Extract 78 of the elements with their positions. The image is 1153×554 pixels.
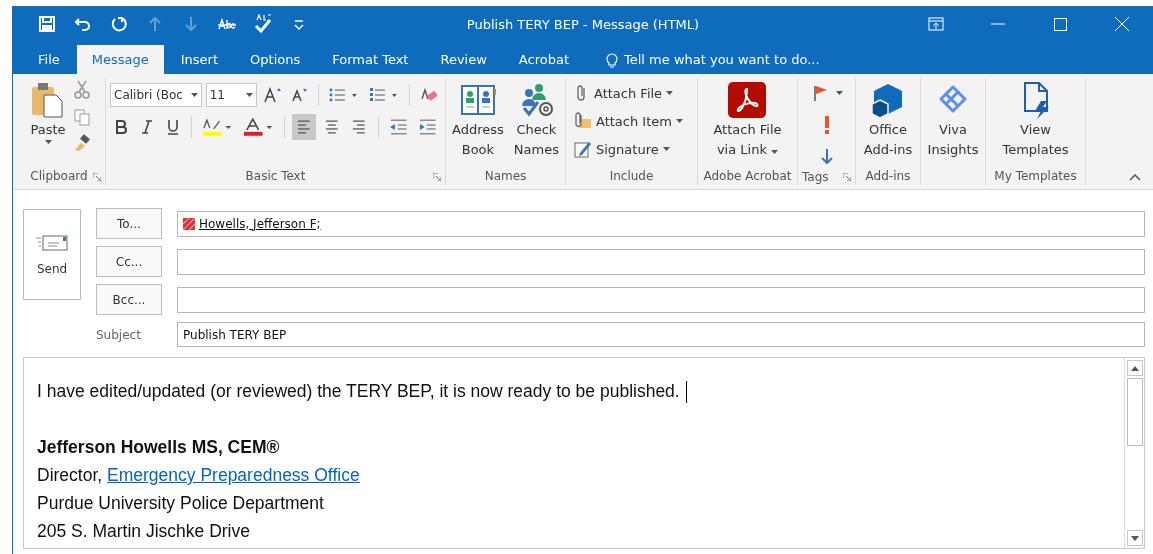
signature-icon	[574, 140, 592, 158]
body-text: I have edited/updated (or reviewed) the TERY BEP, it is now ready to be published.	[37, 381, 680, 401]
paste-button[interactable]: Paste	[27, 78, 69, 169]
group-label: Include	[609, 169, 654, 185]
dropdown-arrow-icon	[662, 147, 670, 151]
send-button[interactable]: Send	[23, 209, 81, 300]
dropdown-arrow-icon	[771, 150, 779, 154]
address-button[interactable]: To...	[96, 208, 162, 239]
body-text: Purdue University Police Department	[37, 492, 325, 515]
ribbon-button[interactable]: View Templates	[999, 78, 1072, 169]
address-button[interactable]: Cc...	[96, 246, 162, 277]
ribbon-button[interactable]: Attach Item	[574, 108, 683, 134]
recipient-field[interactable]	[177, 286, 1145, 313]
signature-name: Jefferson Howells MS, CEM®	[37, 436, 281, 459]
dialog-launcher-icon[interactable]	[93, 173, 101, 181]
ribbon-button[interactable]: Office Add-ins	[860, 78, 916, 169]
clipboard-icon	[30, 81, 66, 119]
group-label: Names	[484, 169, 527, 185]
recipient-field[interactable]: Howells, Jefferson F;	[177, 210, 1145, 237]
lightbulb-icon	[606, 50, 618, 69]
ribbon-tab[interactable]: Review	[425, 45, 502, 74]
collapse-ribbon-icon[interactable]	[1129, 173, 1141, 181]
align-button[interactable]	[292, 114, 316, 140]
link[interactable]: Emergency Preparedness Office	[107, 465, 360, 485]
dropdown-arrow-icon	[836, 91, 843, 95]
ribbon-tab[interactable]: Message	[76, 45, 164, 74]
dropdown-arrow-icon	[44, 140, 52, 144]
format-painter-icon[interactable]	[73, 134, 91, 152]
ribbon-tab[interactable]: Options	[235, 45, 316, 74]
cut-icon[interactable]	[73, 80, 91, 100]
ribbon-tab[interactable]: File	[23, 45, 75, 74]
group-label: Basic Text	[245, 169, 306, 185]
copy-icon[interactable]	[73, 108, 91, 126]
dropdown-arrow-icon	[190, 93, 198, 97]
scrollbar-thumb[interactable]	[1126, 378, 1143, 446]
address-book-icon	[459, 83, 496, 117]
ribbon-button[interactable]: Attach File	[574, 80, 683, 106]
subject-label: Subject	[96, 327, 142, 342]
envelope-icon	[35, 233, 69, 252]
save-icon	[37, 14, 57, 34]
group-label: Tags	[802, 170, 829, 185]
tell-me-search[interactable]: Tell me what you want to do...	[606, 45, 820, 74]
refresh-icon	[109, 14, 129, 34]
ribbon-button[interactable]: Address Book	[449, 78, 507, 169]
group-label: Adobe Acrobat	[703, 169, 792, 185]
group-label: Clipboard	[30, 169, 88, 185]
subject-field[interactable]: Publish TERY BEP	[177, 322, 1145, 347]
font-name-field[interactable]: Calibri (Boc	[110, 83, 202, 107]
ribbon-tab[interactable]: Format Text	[317, 45, 424, 74]
dropdown-arrow-icon	[246, 93, 254, 97]
scroll-up-icon[interactable]	[1126, 360, 1143, 376]
ribbon-tab[interactable]: Acrobat	[503, 45, 584, 74]
window-title: Publish TERY BEP - Message (HTML)	[466, 16, 700, 32]
text-cursor	[685, 381, 687, 404]
ribbon-button[interactable]: Viva Insights	[924, 78, 982, 169]
recipient-field[interactable]	[177, 248, 1145, 275]
address-button[interactable]: Bcc...	[96, 284, 162, 315]
ribbon-button[interactable]: Signature	[574, 136, 683, 162]
attach-item-icon	[574, 112, 592, 130]
dropdown-arrow-icon	[675, 119, 683, 123]
scroll-down-icon[interactable]	[1126, 530, 1143, 546]
pdf-icon	[727, 81, 768, 119]
dropdown-arrow-icon	[666, 91, 674, 95]
align-right-icon	[350, 119, 368, 135]
ribbon-button[interactable]: Check Names	[510, 78, 562, 169]
dialog-launcher-icon[interactable]	[433, 173, 441, 181]
group-label: My Templates	[994, 169, 1077, 185]
ribbon-tab[interactable]: Insert	[165, 45, 234, 74]
group-label: Add-ins	[865, 169, 911, 185]
align-left-icon	[295, 119, 313, 135]
dialog-launcher-icon[interactable]	[843, 173, 851, 181]
recipient-name[interactable]: Howells, Jefferson F;	[199, 216, 321, 231]
signature-title: Director, Emergency Preparedness Office	[37, 464, 361, 487]
body-text: 205 S. Martin Jischke Drive	[37, 520, 251, 543]
spelling-check-icon	[253, 14, 273, 34]
font-size-field[interactable]: 11	[205, 83, 258, 107]
contact-status-icon	[183, 217, 195, 230]
ribbon-button[interactable]: Attach File via Link	[710, 78, 785, 169]
